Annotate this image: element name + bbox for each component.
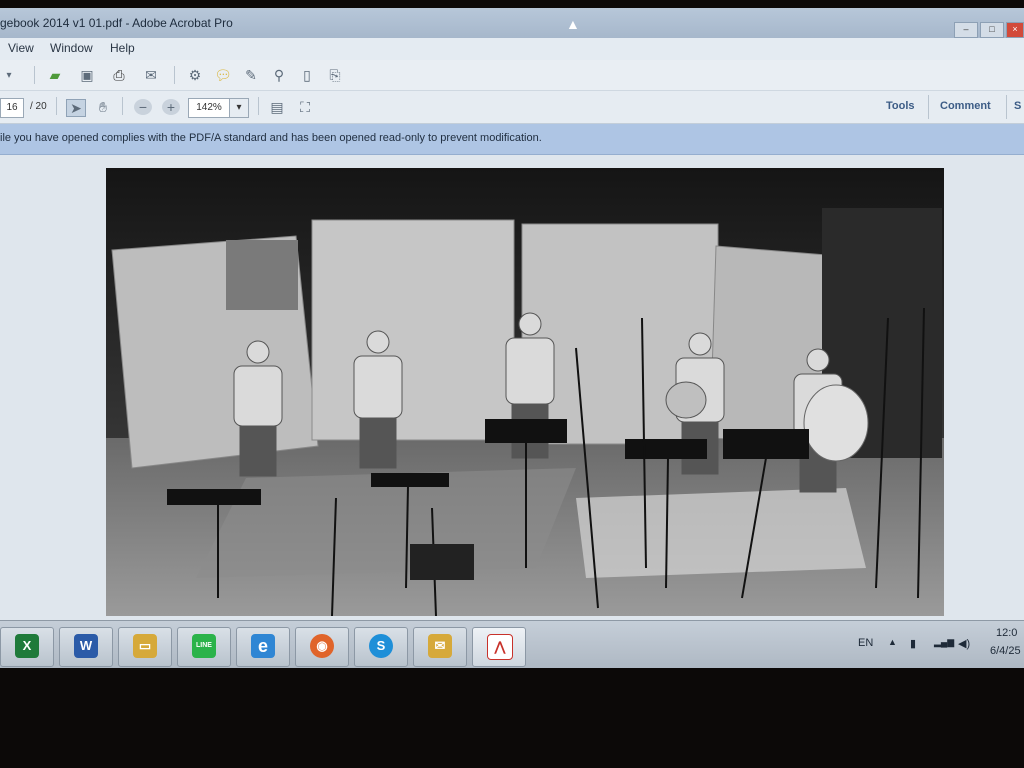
zoom-out-icon[interactable]: − (134, 99, 152, 115)
signal-strength-icon[interactable]: ▂▄▆ (934, 637, 954, 648)
tools-link[interactable]: Tools (886, 100, 915, 112)
taskbar-skype-button[interactable]: S (354, 627, 408, 667)
share-link[interactable]: S (1014, 100, 1021, 112)
main-toolbar: ▾ ▰ ▣ ⎙ ✉ ⚙ 💬︎ ✎ ⚲ ▯ ⎘ (0, 60, 1024, 91)
volume-icon[interactable]: ◀) (958, 637, 970, 650)
settings-gear-icon[interactable]: ⚙ (186, 67, 204, 83)
windows-taskbar: X W ▭ LINE e ◉ S ✉ ⋀ EN ▲ ▮ ▂▄▆ ◀) 12:0 (0, 620, 1024, 668)
email-icon[interactable]: ✉ (142, 67, 160, 83)
toolbar-divider (174, 66, 175, 84)
zoom-level-input[interactable]: 142% (188, 98, 230, 118)
save-icon[interactable]: ▣ (78, 67, 96, 83)
full-screen-icon[interactable]: ⛶ (296, 99, 314, 115)
band-recording-photo (106, 168, 944, 616)
info-message: ile you have opened complies with the PD… (0, 132, 542, 144)
acrobat-icon: ⋀ (487, 634, 513, 660)
menu-view[interactable]: View (8, 41, 34, 55)
navigation-toolbar: 16 / 20 ➤ ✋︎ − + 142% ▾ ▤ ⛶ Tools Commen… (0, 91, 1024, 124)
network-icon[interactable]: ▮ (910, 637, 916, 650)
toolbar-divider (56, 97, 57, 115)
zoom-dropdown-button[interactable]: ▾ (229, 98, 249, 118)
window-title: gebook 2014 v1 01.pdf - Adobe Acrobat Pr… (0, 16, 233, 30)
toolbar-divider (258, 97, 259, 115)
taskbar-word-button[interactable]: W (59, 627, 113, 667)
mouse-cursor-icon: ▲ (566, 16, 580, 32)
zoom-in-icon[interactable]: + (162, 99, 180, 115)
page-total-label: / 20 (30, 101, 47, 112)
firefox-icon: ◉ (310, 634, 334, 658)
show-hidden-icons-icon[interactable]: ▲ (888, 637, 897, 647)
taskbar-explorer-button[interactable]: ▭ (118, 627, 172, 667)
toolbar-divider (1006, 95, 1007, 119)
screen: gebook 2014 v1 01.pdf - Adobe Acrobat Pr… (0, 8, 1024, 668)
taskbar-firefox-button[interactable]: ◉ (295, 627, 349, 667)
open-folder-icon[interactable]: ▰ (46, 67, 64, 83)
fit-page-icon[interactable]: ▤ (268, 99, 286, 115)
excel-icon: X (15, 634, 39, 658)
create-dropdown-icon[interactable]: ▾ (0, 68, 18, 84)
taskbar-ie-button[interactable]: e (236, 627, 290, 667)
page-photo (106, 168, 944, 616)
minimize-button[interactable]: – (954, 22, 978, 38)
menu-window[interactable]: Window (50, 41, 93, 55)
window-controls: – □ × (954, 22, 1024, 38)
internet-explorer-icon: e (251, 634, 275, 658)
maximize-button[interactable]: □ (980, 22, 1004, 38)
taskbar-excel-button[interactable]: X (0, 627, 54, 667)
language-indicator[interactable]: EN (858, 637, 873, 649)
attach-file-icon[interactable]: ▯ (298, 67, 316, 83)
toolbar-divider (34, 66, 35, 84)
document-viewport[interactable] (0, 155, 1024, 620)
select-arrow-icon[interactable]: ➤ (66, 99, 86, 117)
highlight-icon[interactable]: ✎ (242, 67, 260, 83)
line-app-icon: LINE (192, 634, 216, 658)
pdfa-info-bar: ile you have opened complies with the PD… (0, 124, 1024, 155)
sign-icon[interactable]: ⎘ (326, 67, 344, 83)
clock-date[interactable]: 6/4/25 (990, 645, 1021, 657)
taskbar-line-button[interactable]: LINE (177, 627, 231, 667)
comment-bubble-icon[interactable]: 💬︎ (214, 67, 232, 83)
print-icon[interactable]: ⎙ (110, 67, 128, 83)
stamp-icon[interactable]: ⚲ (270, 67, 288, 83)
word-icon: W (74, 634, 98, 658)
page-number-input[interactable]: 16 (0, 98, 24, 118)
folder-icon: ▭ (133, 634, 157, 658)
menu-bar: View Window Help (0, 38, 1024, 61)
taskbar-acrobat-button[interactable]: ⋀ (472, 627, 526, 667)
taskbar-outlook-button[interactable]: ✉ (413, 627, 467, 667)
close-button[interactable]: × (1006, 22, 1024, 38)
toolbar-divider (122, 97, 123, 115)
hand-tool-icon[interactable]: ✋︎ (94, 99, 112, 115)
menu-help[interactable]: Help (110, 41, 135, 55)
title-bar: gebook 2014 v1 01.pdf - Adobe Acrobat Pr… (0, 8, 1024, 38)
toolbar-divider (928, 95, 929, 119)
clock-time[interactable]: 12:0 (996, 627, 1017, 639)
outlook-icon: ✉ (428, 634, 452, 658)
comment-link[interactable]: Comment (940, 100, 991, 112)
skype-icon: S (369, 634, 393, 658)
